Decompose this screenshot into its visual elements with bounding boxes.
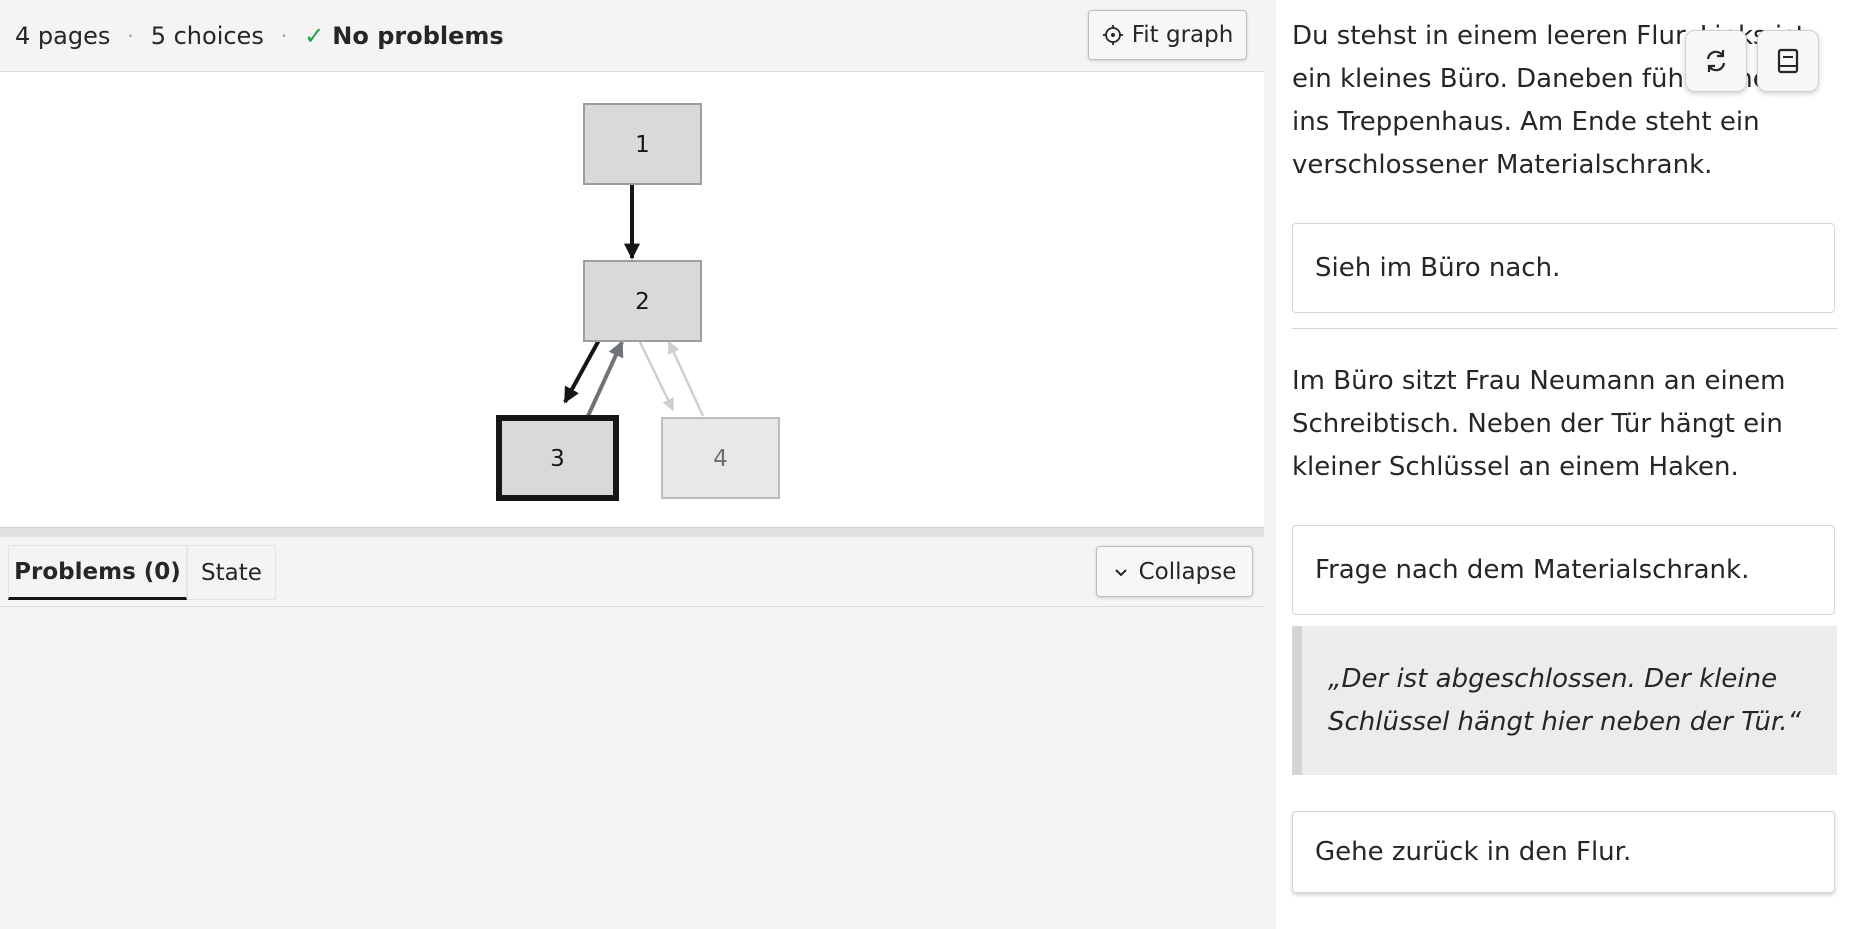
tab-state[interactable]: State (187, 545, 276, 600)
book-icon (1777, 48, 1799, 74)
story-stats-bar: 4 pages · 5 choices · ✓ No problems (0, 0, 1264, 71)
graph-node-4[interactable]: 4 (661, 417, 780, 499)
editor-pane: 4 pages · 5 choices · ✓ No problems Fit … (0, 0, 1276, 929)
graph-node-2[interactable]: 2 (583, 260, 702, 342)
tab-problems[interactable]: Problems (0) (8, 545, 187, 600)
panel-resize-handle[interactable] (0, 527, 1264, 537)
fit-graph-label: Fit graph (1131, 22, 1234, 48)
crosshair-icon (1102, 25, 1123, 45)
choice-link-office[interactable]: Sieh im Büro nach. (1292, 223, 1835, 313)
fit-graph-button[interactable]: Fit graph (1088, 10, 1247, 60)
graph-node-label: 4 (713, 446, 728, 472)
collapse-button[interactable]: Collapse (1096, 546, 1253, 597)
graph-nodes[interactable]: 1 2 3 4 (496, 103, 780, 501)
stats-separator: · (280, 23, 288, 48)
graph-node-1[interactable]: 1 (583, 103, 702, 185)
panel-tab-bar: Problems (0) State Collapse (0, 537, 1264, 607)
graph-node-label: 1 (635, 132, 650, 158)
story-map-canvas[interactable]: 1 2 3 4 (0, 72, 1264, 528)
choice-count: 5 choices (150, 21, 264, 50)
choice-link-back[interactable]: Gehe zurück in den Flur. (1292, 811, 1835, 893)
problems-list (0, 607, 1264, 929)
stats-separator: · (127, 23, 134, 48)
passage-divider (1292, 328, 1837, 329)
graph-node-label: 3 (550, 446, 565, 472)
check-icon: ✓ (304, 21, 325, 50)
graph-node-3[interactable]: 3 (496, 415, 619, 501)
restart-button[interactable] (1685, 30, 1747, 92)
choice-link-cabinet[interactable]: Frage nach dem Materialschrank. (1292, 525, 1835, 615)
passage-text: Du stehst in einem leeren Flur. Links is… (1292, 21, 1817, 180)
page-count: 4 pages (15, 21, 111, 50)
problems-status: No problems (332, 21, 504, 50)
graph-node-label: 2 (635, 289, 650, 315)
restart-icon (1706, 50, 1726, 72)
graph-edge-2-4 (637, 339, 675, 412)
graph-edge-2-3 (563, 339, 601, 404)
dialogue-quote: „Der ist abgeschlossen. Der kleine Schlü… (1292, 626, 1837, 775)
graph-edge-4-2 (667, 340, 705, 417)
chevron-down-icon (1114, 568, 1127, 576)
collapse-label: Collapse (1138, 558, 1237, 585)
story-map[interactable]: 1 2 3 4 (0, 71, 1264, 528)
passage-text: Im Büro sitzt Frau Neumann an einem Schr… (1292, 366, 1786, 482)
details-button[interactable] (1757, 30, 1819, 92)
story-preview: Du stehst in einem leeren Flur. Links is… (1276, 0, 1852, 929)
